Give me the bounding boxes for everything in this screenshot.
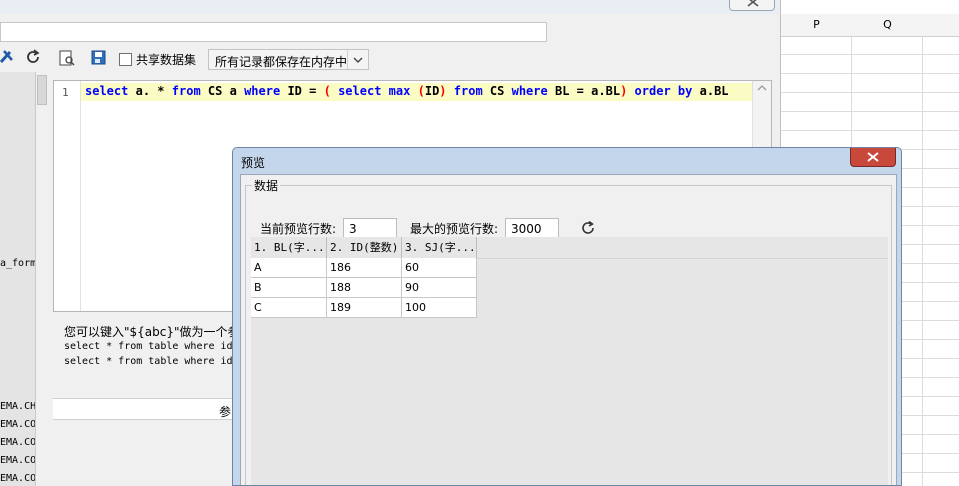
table-cell[interactable]: 186 (327, 258, 402, 278)
dropdown-button[interactable] (347, 50, 368, 69)
column-header[interactable]: 2. ID(整数) (327, 237, 402, 258)
refresh-icon[interactable] (580, 220, 596, 236)
dataset-name-field[interactable] (0, 22, 547, 42)
datasource-tree-panel[interactable]: a_form EMA.CH EMA.CO EMA.CO EMA.CO EMA.C… (0, 72, 36, 486)
table-cell[interactable]: 189 (327, 298, 402, 318)
dialog-title: 预览 (241, 156, 266, 170)
storage-mode-select[interactable]: 所有记录都保存在内存中 (208, 49, 369, 70)
close-icon (747, 0, 759, 7)
hint-example: select * from table where id (64, 356, 233, 367)
tree-item[interactable]: EMA.CO (0, 419, 35, 430)
current-rows-label: 当前预览行数: (260, 222, 337, 236)
line-number: 1 (62, 86, 69, 99)
tree-item[interactable]: EMA.CH (0, 401, 35, 412)
table-cell[interactable]: 90 (402, 278, 477, 298)
table-cell[interactable]: A (251, 258, 327, 278)
hint-example: select * from table where id (64, 341, 233, 352)
close-icon (867, 152, 879, 162)
storage-mode-value: 所有记录都保存在内存中 (215, 55, 348, 69)
tree-item[interactable]: EMA.CO (0, 437, 35, 448)
current-rows-value: 3 (349, 222, 357, 236)
left-toolbar (0, 46, 50, 72)
column-header-r[interactable] (923, 14, 959, 37)
preview-table[interactable]: 1. BL(字... 2. ID(整数) 3. SJ(字... A 186 60… (251, 237, 888, 485)
preview-dialog: 预览 数据 当前预览行数: 3 最大的预览行数: 3000 1. BL(字...… (232, 147, 902, 486)
sql-query-text[interactable]: select a. * from CS a where ID = ( selec… (85, 84, 729, 98)
table-cell[interactable]: 100 (402, 298, 477, 318)
tools-icon[interactable] (0, 48, 14, 64)
window-titlebar (0, 0, 780, 14)
tree-item[interactable]: EMA.CO (0, 473, 35, 484)
hint-area: 您可以键入"${abc}"做为一个参 select * from table w… (53, 312, 238, 398)
tree-item[interactable]: EMA.CO (0, 455, 35, 466)
parameter-bar: 参 (53, 398, 238, 420)
group-title: 数据 (252, 177, 281, 194)
dialog-close-button[interactable] (850, 148, 896, 167)
chevron-down-icon (353, 57, 363, 63)
tree-item[interactable]: a_form (0, 258, 35, 269)
column-header[interactable]: 3. SJ(字... (402, 237, 477, 258)
refresh-icon[interactable] (24, 48, 42, 66)
table-cell[interactable]: 60 (402, 258, 477, 278)
parameter-label: 参 (219, 405, 232, 419)
table-cell[interactable]: 188 (327, 278, 402, 298)
hint-title: 您可以键入"${abc}"做为一个参 (64, 325, 238, 339)
save-dataset-icon[interactable] (90, 48, 112, 70)
column-header[interactable]: 1. BL(字... (251, 237, 327, 258)
max-rows-label: 最大的预览行数: (410, 222, 499, 236)
left-panel-scrollbar[interactable] (36, 72, 47, 486)
table-cell[interactable]: C (251, 298, 327, 318)
scroll-up-icon[interactable] (753, 81, 771, 95)
scrollbar-thumb[interactable] (37, 75, 47, 105)
share-dataset-checkbox[interactable] (119, 53, 132, 66)
dialog-body: 数据 当前预览行数: 3 最大的预览行数: 3000 1. BL(字... 2.… (240, 174, 897, 485)
line-number-gutter: 1 (54, 81, 81, 311)
column-header-p[interactable]: P (781, 14, 853, 37)
parameter-panel (53, 420, 238, 486)
table-cell[interactable]: B (251, 278, 327, 298)
max-rows-value: 3000 (511, 222, 542, 236)
column-header-q[interactable]: Q (852, 14, 924, 37)
close-button[interactable] (729, 0, 775, 11)
share-dataset-label: 共享数据集 (136, 53, 197, 67)
preview-icon[interactable] (58, 48, 80, 70)
